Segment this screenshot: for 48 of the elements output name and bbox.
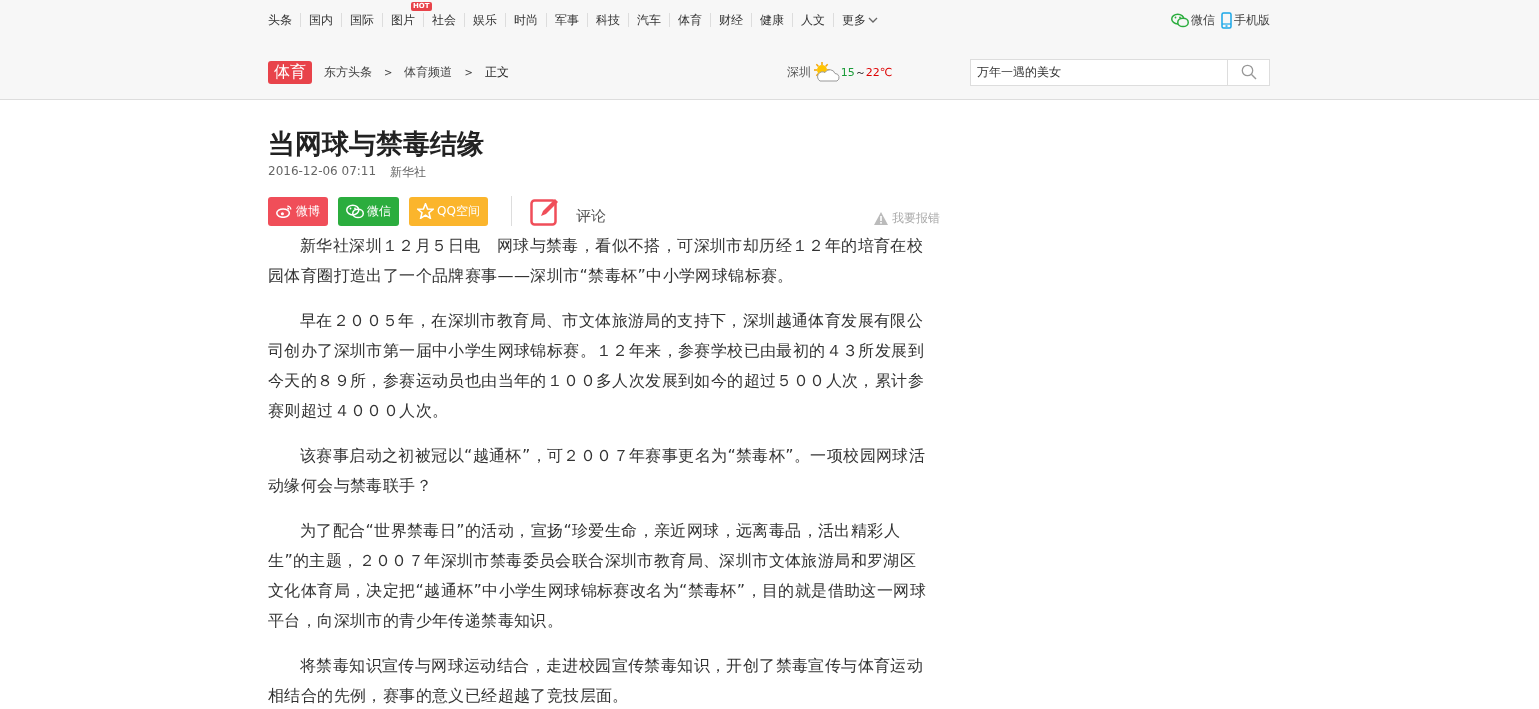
nav-link[interactable]: 汽车: [637, 13, 661, 27]
temp-low: 15: [840, 65, 855, 79]
article-title: 当网球与禁毒结缘: [268, 127, 485, 161]
article-paragraph: 新华社深圳１２月５日电 网球与禁毒，看似不搭，可深圳市却历经１２年的培育在校园体育圈打造出了一个品牌赛事——深圳市“禁毒杯”中小学网球锦标赛。: [268, 235, 925, 287]
nav-link[interactable]: 头条: [268, 13, 292, 27]
comment-link[interactable]: 评论: [529, 196, 606, 226]
breadcrumb-separator: >: [464, 66, 473, 78]
publish-date: 2016-12-06 07:11: [268, 164, 377, 180]
nav-link[interactable]: 体育: [678, 13, 702, 27]
nav-link[interactable]: 社会: [432, 13, 456, 27]
top-link-label: 手机版: [1234, 11, 1270, 29]
warning-icon: [874, 212, 888, 225]
search-field[interactable]: 万年一遇的美女: [970, 58, 1228, 86]
temp-separator: ～: [854, 64, 866, 80]
search-icon: [1240, 64, 1257, 80]
nav-link[interactable]: 财经: [719, 13, 743, 27]
article-paragraph: 该赛事启动之初被冠以“越通杯”，可２００７年赛事更名为“禁毒杯”。一项校园网球活动缘何会与禁毒联手？: [268, 445, 926, 497]
breadcrumb-link[interactable]: 体育频道: [404, 63, 453, 81]
article-paragraph: 早在２００５年，在深圳市教育局、市文体旅游局的支持下，深圳越通体育发展有限公司创办了深圳市第一届中小学生网球锦标赛。１２年来，参赛学校已由最初的４３所发展到今天的８９所，参赛运动员也由当年的１００多人次发展到如今的超过５００人次，累计参赛则超过４０００人次。: [268, 310, 925, 422]
nav-link[interactable]: 国际: [350, 13, 374, 27]
phone-icon: [1221, 11, 1232, 29]
channel-tag: 体育: [268, 60, 312, 84]
article-paragraph: 为了配合“世界禁毒日”的活动，宣扬“珍爱生命，亲近网球，远离毒品，活出精彩人生”的主题，２００７年深圳市禁毒委员会联合深圳市教育局、深圳市文体旅游局和罗湖区文化体育局，决定把“越通杯”中小学生网球锦标赛改名为“禁毒杯”，目的就是借助这一网球平台，向深圳市的青少年传递禁毒知识。: [268, 520, 926, 632]
weather-city: 深圳: [786, 63, 811, 81]
nav-link[interactable]: 国内: [309, 13, 333, 27]
top-link-label: 微信: [1191, 11, 1215, 29]
nav-link[interactable]: 娱乐: [473, 13, 497, 27]
breadcrumb-link[interactable]: 东方头条: [324, 63, 372, 81]
weibo-icon: [276, 204, 293, 218]
breadcrumb-link[interactable]: 正文: [484, 63, 509, 81]
wechat-icon: [1171, 12, 1189, 28]
nav-link[interactable]: 人文: [801, 13, 825, 27]
top-link[interactable]: 微信: [1171, 11, 1215, 29]
search-button[interactable]: [1228, 58, 1270, 86]
nav-link[interactable]: 图片: [391, 13, 415, 27]
nav-link[interactable]: 更多: [842, 13, 878, 27]
article-source: 新华社: [390, 164, 427, 181]
share-button[interactable]: 微博: [268, 196, 328, 226]
nav-link[interactable]: 健康: [760, 13, 784, 27]
article-paragraph: 将禁毒知识宣传与网球运动结合，走进校园宣传禁毒知识，开创了禁毒宣传与体育运动相结合的先例，赛事的意义已经超越了竞技层面。: [268, 655, 925, 707]
nav-link[interactable]: 军事: [555, 13, 579, 27]
breadcrumb-separator: >: [384, 66, 393, 78]
nav-link[interactable]: 科技: [596, 13, 620, 27]
top-link[interactable]: 手机版: [1221, 11, 1270, 29]
nav-link[interactable]: 时尚: [514, 13, 538, 27]
wechat-icon: [346, 203, 364, 219]
temp-high: 22℃: [865, 65, 892, 79]
star-icon: [417, 203, 434, 219]
